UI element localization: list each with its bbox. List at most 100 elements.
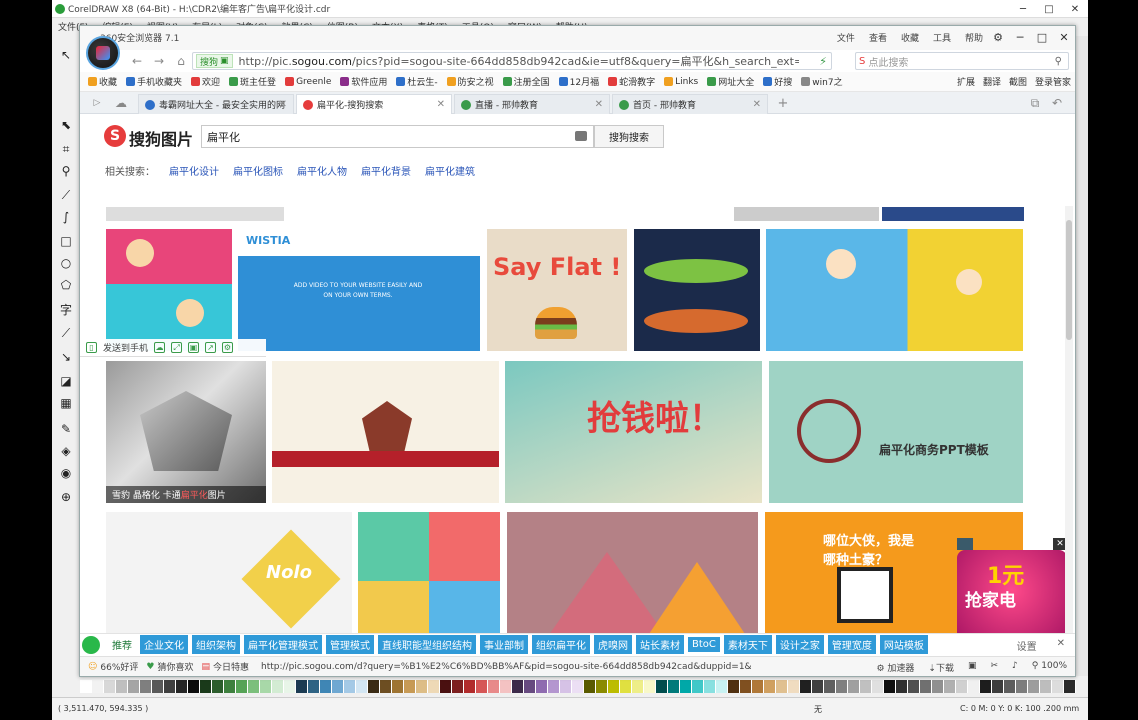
settings-icon[interactable]: ⚙ xyxy=(222,342,234,353)
palette-swatch[interactable] xyxy=(716,680,728,693)
palette-swatch[interactable] xyxy=(800,680,812,693)
palette-swatch[interactable] xyxy=(416,680,428,693)
bookmark-item[interactable]: 收藏 xyxy=(88,75,117,88)
palette-swatch[interactable] xyxy=(644,680,656,693)
bookmark-item[interactable]: 注册全国 xyxy=(502,75,550,88)
bookmark-item[interactable]: 12月福 xyxy=(558,75,599,88)
guess-like-item[interactable]: ♥ 猜你喜欢 xyxy=(146,660,193,674)
browser-maximize-icon[interactable]: □ xyxy=(1031,27,1053,47)
palette-swatch[interactable] xyxy=(908,680,920,693)
smart-fill-icon[interactable]: ◉ xyxy=(57,464,75,482)
bookmark-item[interactable]: 杜云生- xyxy=(396,75,438,88)
palette-swatch[interactable] xyxy=(764,680,776,693)
related-link[interactable]: 扁平化建筑 xyxy=(425,163,475,178)
text-tool-icon[interactable]: 字 xyxy=(57,300,75,318)
address-url[interactable]: http://pic.sogou.com/pics?pid=sogou-site… xyxy=(239,53,799,69)
screenshot-button[interactable]: 截图 xyxy=(1009,75,1027,88)
image-thumb-family-scenes[interactable] xyxy=(358,512,500,650)
palette-swatch[interactable] xyxy=(572,680,584,693)
scroll-thumb[interactable] xyxy=(1066,220,1072,340)
palette-swatch[interactable] xyxy=(560,680,572,693)
palette-swatch[interactable] xyxy=(848,680,860,693)
tab-live[interactable]: 直播 - 邢帅教育 ✕ xyxy=(454,94,610,114)
palette-swatch[interactable] xyxy=(872,680,884,693)
palette-swatch[interactable] xyxy=(584,680,596,693)
related-tag[interactable]: 事业部制 xyxy=(480,635,528,654)
palette-swatch[interactable] xyxy=(1016,680,1028,693)
palette-swatch[interactable] xyxy=(980,680,992,693)
palette-swatch[interactable] xyxy=(224,680,236,693)
palette-swatch[interactable] xyxy=(188,680,200,693)
palette-swatch[interactable] xyxy=(956,680,968,693)
palette-swatch[interactable] xyxy=(776,680,788,693)
pick-tool-icon[interactable]: ↖ xyxy=(57,46,75,64)
palette-swatch[interactable] xyxy=(704,680,716,693)
image-icon[interactable]: ▣ xyxy=(968,661,977,674)
expand-icon[interactable]: ⤢ xyxy=(171,342,183,353)
palette-swatch[interactable] xyxy=(692,680,704,693)
related-tag[interactable]: 组织架构 xyxy=(192,635,240,654)
palette-swatch[interactable] xyxy=(476,680,488,693)
recommend-label[interactable]: 推荐 xyxy=(112,637,132,652)
image-thumb-cartoon-people[interactable] xyxy=(106,229,232,351)
image-thumb[interactable] xyxy=(882,207,1024,221)
image-thumb-say-flat[interactable]: Say Flat ! xyxy=(487,229,627,351)
image-thumb-grab-money[interactable]: 抢钱啦！ xyxy=(505,361,762,503)
image-thumb[interactable] xyxy=(734,207,879,221)
bookmark-item[interactable]: 好搜 xyxy=(763,75,792,88)
image-search-input[interactable]: 扁平化 xyxy=(201,125,594,148)
palette-swatch[interactable] xyxy=(632,680,644,693)
accelerator-button[interactable]: ⚙ 加速器 xyxy=(876,661,914,674)
palette-swatch[interactable] xyxy=(260,680,272,693)
bookmark-item[interactable]: 欢迎 xyxy=(191,75,220,88)
image-thumb-ppt-template[interactable]: 扁平化商务PPT模板 xyxy=(769,361,1023,503)
palette-swatch[interactable] xyxy=(272,680,284,693)
image-thumb-triangles[interactable] xyxy=(507,512,758,650)
bookmark-item[interactable]: 防安之视 xyxy=(446,75,494,88)
sidebar-toggle-icon[interactable]: ▷ xyxy=(88,95,106,111)
extensions-button[interactable]: 扩展 xyxy=(957,75,975,88)
palette-swatch[interactable] xyxy=(608,680,620,693)
palette-swatch[interactable] xyxy=(884,680,896,693)
browser-search-box[interactable]: S 点此搜索 ⚲ xyxy=(855,52,1069,70)
browser-menu-file[interactable]: 文件 xyxy=(837,31,855,44)
bookmark-item[interactable]: 蛇滑教字 xyxy=(608,75,655,88)
transparency-icon[interactable]: ▦ xyxy=(57,394,75,412)
cloud-save-icon[interactable]: ☁ xyxy=(154,342,166,353)
palette-swatch[interactable] xyxy=(920,680,932,693)
palette-swatch[interactable] xyxy=(404,680,416,693)
palette-swatch[interactable] xyxy=(1064,680,1076,693)
palette-swatch[interactable] xyxy=(152,680,164,693)
related-tag[interactable]: BtoC xyxy=(688,637,720,652)
palette-swatch[interactable] xyxy=(248,680,260,693)
color-palette[interactable] xyxy=(80,680,1088,693)
tab-list-icon[interactable]: ⧉ xyxy=(1026,95,1044,111)
palette-swatch[interactable] xyxy=(968,680,980,693)
green-circle-icon[interactable] xyxy=(82,635,100,654)
sogou-images-logo[interactable]: 搜狗图片 xyxy=(129,126,193,150)
browser-menu-tools[interactable]: 工具 xyxy=(933,31,951,44)
palette-swatch[interactable] xyxy=(380,680,392,693)
palette-swatch[interactable] xyxy=(80,680,92,693)
tab-duba[interactable]: 毒霸网址大全 - 最安全实用的网 ✕ xyxy=(138,94,294,114)
palette-swatch[interactable] xyxy=(452,680,464,693)
palette-swatch[interactable] xyxy=(212,680,224,693)
palette-swatch[interactable] xyxy=(500,680,512,693)
save-icon[interactable]: ▣ xyxy=(188,342,200,353)
palette-swatch[interactable] xyxy=(116,680,128,693)
palette-swatch[interactable] xyxy=(1028,680,1040,693)
image-thumb-nolo[interactable]: Nolo xyxy=(106,512,352,650)
related-link[interactable]: 扁平化背景 xyxy=(361,163,411,178)
palette-swatch[interactable] xyxy=(440,680,452,693)
palette-swatch[interactable] xyxy=(788,680,800,693)
palette-swatch[interactable] xyxy=(620,680,632,693)
palette-swatch[interactable] xyxy=(1052,680,1064,693)
palette-swatch[interactable] xyxy=(1040,680,1052,693)
palette-swatch[interactable] xyxy=(536,680,548,693)
palette-swatch[interactable] xyxy=(944,680,956,693)
tab-home[interactable]: 首页 - 邢帅教育 ✕ xyxy=(612,94,768,114)
ellipse-tool-icon[interactable]: ○ xyxy=(57,254,75,272)
connector-tool-icon[interactable]: ↘ xyxy=(57,348,75,366)
palette-swatch[interactable] xyxy=(860,680,872,693)
palette-swatch[interactable] xyxy=(392,680,404,693)
